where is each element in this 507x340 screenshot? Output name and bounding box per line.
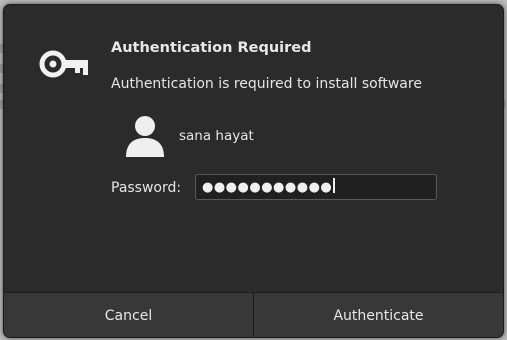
- dialog-title: Authentication Required: [111, 40, 312, 56]
- password-label: Password:: [111, 180, 182, 196]
- text-caret: [333, 178, 335, 193]
- password-masked-text: ●●●●●●●●●●●: [202, 178, 335, 195]
- user-row: sana hayat: [124, 113, 324, 163]
- dialog-message: Authentication is required to install so…: [111, 76, 422, 92]
- authentication-dialog: Authentication Required Authentication i…: [3, 4, 504, 338]
- authenticate-button[interactable]: Authenticate: [254, 293, 503, 337]
- username-label: sana hayat: [179, 128, 254, 144]
- cancel-button[interactable]: Cancel: [4, 293, 254, 337]
- user-avatar-icon: [126, 116, 164, 157]
- button-bar: Cancel Authenticate: [4, 292, 503, 337]
- key-icon: [39, 50, 88, 78]
- password-field[interactable]: ●●●●●●●●●●●: [195, 174, 437, 200]
